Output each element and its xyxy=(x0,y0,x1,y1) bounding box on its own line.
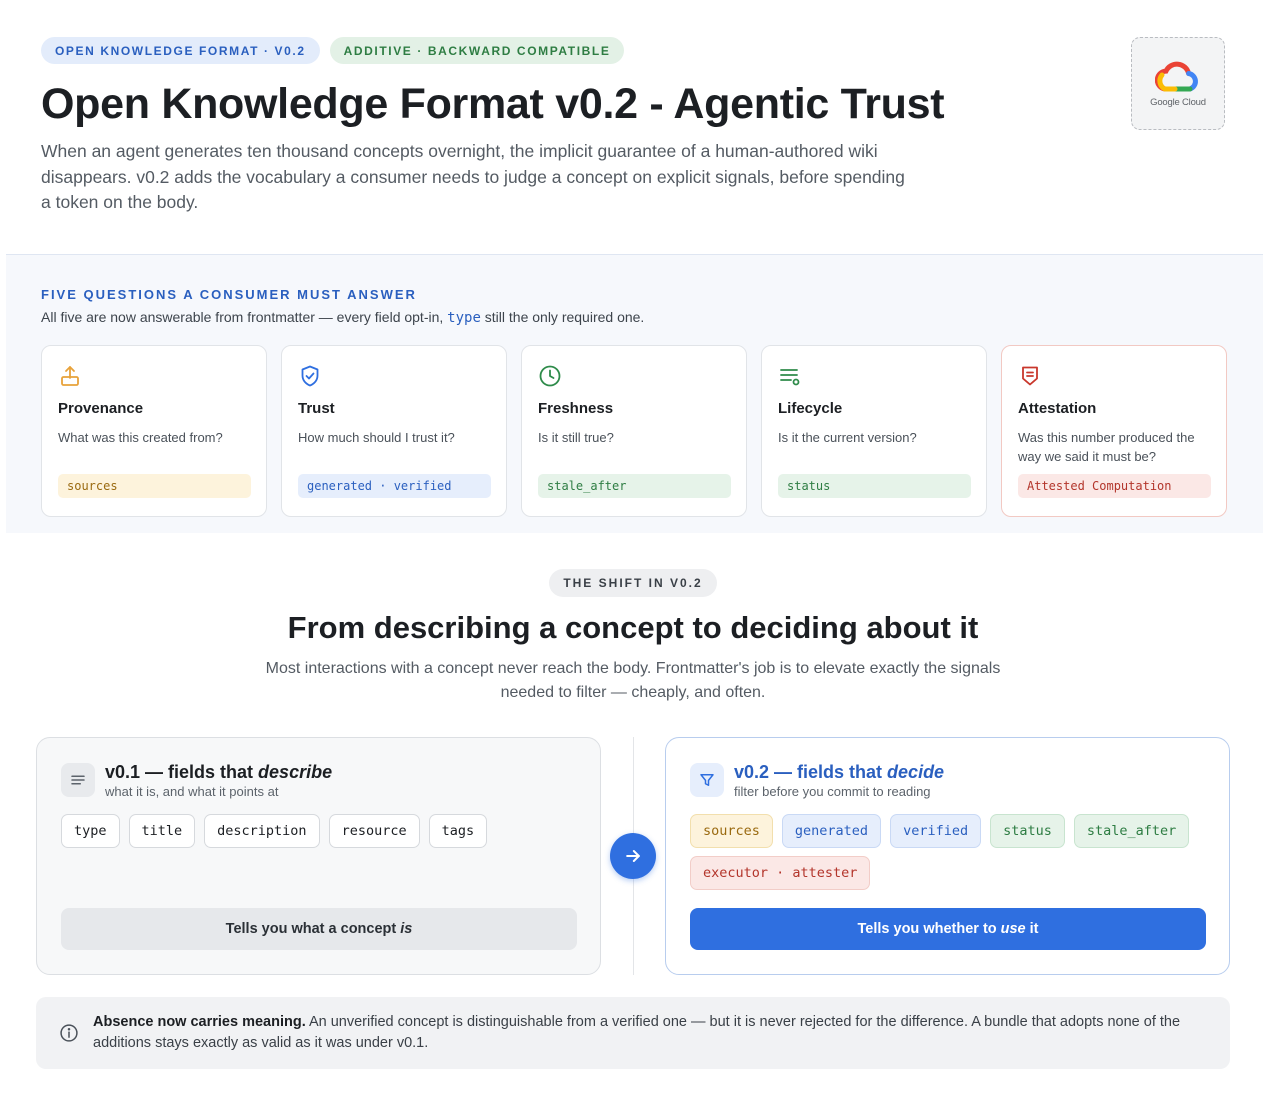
question-cards: Provenance What was this created from? s… xyxy=(41,345,1227,517)
field-chip-type: type xyxy=(61,814,120,848)
info-icon xyxy=(60,1024,78,1042)
question-field-tag: generated · verified xyxy=(298,474,491,498)
question-title: Attestation xyxy=(1018,400,1097,417)
question-text: Was this number produced the way we said… xyxy=(1018,430,1195,464)
questions-eyebrow: FIVE QUESTIONS A CONSUMER MUST ANSWER xyxy=(41,287,417,302)
questions-note: All five are now answerable from frontma… xyxy=(41,309,644,326)
v02-title-text: v0.2 — fields that xyxy=(734,762,888,782)
questions-note-keyword: type xyxy=(447,310,481,326)
question-field-tag: sources xyxy=(58,474,251,498)
question-text: Is it the current version? xyxy=(778,430,917,445)
shift-title: From describing a concept to deciding ab… xyxy=(287,610,979,645)
field-chip-sources: sources xyxy=(690,814,773,848)
v02-title: v0.2 — fields that decide xyxy=(734,762,944,783)
field-chip-status: status xyxy=(990,814,1065,848)
v01-summary-bar: Tells you what a concept is xyxy=(61,908,577,950)
list-status-icon xyxy=(780,369,800,386)
v02-summary-bar: Tells you whether to use it xyxy=(690,908,1206,950)
v02-subtitle: filter before you commit to reading xyxy=(734,784,931,799)
field-chip-tags: tags xyxy=(428,814,488,848)
seal-icon xyxy=(1022,366,1038,386)
google-cloud-icon xyxy=(1155,61,1198,92)
question-title: Trust xyxy=(298,400,335,417)
v02-summary-suffix: it xyxy=(1029,921,1039,937)
v01-summary-text: Tells you what a concept xyxy=(225,921,397,937)
field-chip-executor-attester: executor · attester xyxy=(690,856,871,890)
field-chip-stale-after: stale_after xyxy=(1073,814,1190,848)
absence-note-bold: Absence now carries meaning. xyxy=(93,1014,306,1030)
field-chip-verified: verified xyxy=(890,814,982,848)
v02-field-chips: sources generated verified status stale_… xyxy=(690,814,1210,890)
clock-icon xyxy=(539,365,561,387)
question-card-trust: Trust How much should I trust it? genera… xyxy=(281,345,507,517)
question-title: Freshness xyxy=(538,400,614,417)
header-badges: OPEN KNOWLEDGE FORMAT · V0.2 ADDITIVE · … xyxy=(41,37,625,64)
compatibility-badge: ADDITIVE · BACKWARD COMPATIBLE xyxy=(329,37,625,64)
absence-note-text: Absence now carries meaning. An unverifi… xyxy=(93,1012,1213,1054)
v01-subtitle: what it is, and what it points at xyxy=(105,784,279,799)
google-cloud-logo-text: Google Cloud xyxy=(1150,97,1206,108)
arrow-right-button[interactable] xyxy=(610,833,656,879)
question-text: How much should I trust it? xyxy=(298,430,455,445)
v01-title-emphasis: describe xyxy=(258,762,333,782)
question-title: Lifecycle xyxy=(778,400,843,417)
google-cloud-logo: Google Cloud xyxy=(1131,37,1225,130)
shift-eyebrow-badge: THE SHIFT IN V0.2 xyxy=(549,569,717,597)
page-title: Open Knowledge Format v0.2 - Agentic Tru… xyxy=(41,80,945,128)
v01-summary-emphasis: is xyxy=(400,921,413,937)
v01-panel: v0.1 — fields that describe what it is, … xyxy=(36,737,601,975)
shift-subtitle: Most interactions with a concept never r… xyxy=(265,660,1001,701)
question-card-freshness: Freshness Is it still true? stale_after xyxy=(521,345,747,517)
filter-icon xyxy=(690,763,724,797)
questions-note-end: still the only required one. xyxy=(480,309,645,325)
shield-check-icon xyxy=(301,365,319,387)
question-title: Provenance xyxy=(58,400,144,417)
v01-title: v0.1 — fields that describe xyxy=(105,762,332,783)
question-field-tag: stale_after xyxy=(538,474,731,498)
questions-note-start: All five are now answerable from frontma… xyxy=(41,309,448,325)
question-field-tag: status xyxy=(778,474,971,498)
v02-summary-text: Tells you whether to xyxy=(857,921,997,937)
page-header: OPEN KNOWLEDGE FORMAT · V0.2 ADDITIVE · … xyxy=(0,0,1280,255)
upload-icon xyxy=(61,366,79,386)
field-chip-generated: generated xyxy=(781,814,882,848)
absence-note: Absence now carries meaning. An unverifi… xyxy=(36,997,1230,1069)
v01-field-chips: type title description resource tags xyxy=(61,814,581,848)
question-card-lifecycle: Lifecycle Is it the current version? sta… xyxy=(761,345,987,517)
field-chip-description: description xyxy=(204,814,320,848)
question-text: Is it still true? xyxy=(538,430,614,445)
question-text: What was this created from? xyxy=(58,430,223,445)
lines-icon xyxy=(61,763,95,797)
question-card-provenance: Provenance What was this created from? s… xyxy=(41,345,267,517)
field-chip-resource: resource xyxy=(328,814,420,848)
question-field-tag: Attested Computation xyxy=(1018,474,1211,498)
format-badge: OPEN KNOWLEDGE FORMAT · V0.2 xyxy=(41,37,320,64)
v02-summary-emphasis: use xyxy=(1000,921,1026,937)
v02-title-emphasis: decide xyxy=(887,762,945,782)
question-card-attestation: Attestation Was this number produced the… xyxy=(1001,345,1227,517)
v02-panel: v0.2 — fields that decide filter before … xyxy=(665,737,1230,975)
field-chip-title: title xyxy=(128,814,196,848)
page-subtitle: When an agent generates ten thousand con… xyxy=(41,141,905,212)
questions-section: FIVE QUESTIONS A CONSUMER MUST ANSWER Al… xyxy=(6,254,1263,533)
arrow-right-icon xyxy=(626,850,640,862)
v01-title-text: v0.1 — fields that xyxy=(105,762,259,782)
